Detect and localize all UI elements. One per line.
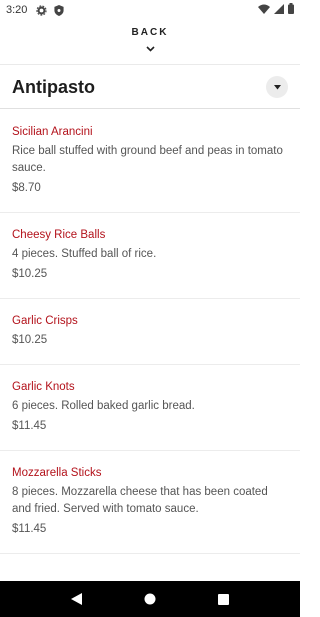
item-description: 4 pieces. Stuffed ball of rice. (12, 248, 157, 260)
wifi-icon (258, 4, 270, 17)
back-triangle-icon[interactable] (70, 592, 84, 606)
category-title: Antipasto (12, 76, 95, 97)
home-circle-icon[interactable] (143, 592, 157, 606)
battery-icon (288, 3, 294, 17)
item-price: $11.45 (12, 523, 47, 535)
back-label: BACK (131, 27, 169, 38)
item-description: Rice ball stuffed with ground beef and p… (12, 145, 283, 174)
menu-item[interactable]: Garlic Knots 6 pieces. Rolled baked garl… (0, 365, 300, 451)
shield-icon (53, 4, 65, 16)
item-price: $10.25 (12, 268, 48, 280)
menu-item[interactable]: Sicilian Arancini Rice ball stuffed with… (0, 110, 300, 213)
menu-item[interactable]: Garlic Crisps $10.25 (0, 299, 300, 365)
item-description: 8 pieces. Mozzarella cheese that has bee… (12, 486, 268, 515)
item-price: $11.45 (12, 420, 47, 432)
back-button[interactable]: BACK (0, 20, 300, 65)
menu-item[interactable]: Mozzarella Sticks 8 pieces. Mozzarella c… (0, 451, 300, 554)
menu-item[interactable]: Cheesy Rice Balls 4 pieces. Stuffed ball… (0, 213, 300, 299)
recents-square-icon[interactable] (216, 592, 230, 606)
navigation-bar (0, 581, 300, 617)
item-name: Garlic Crisps (12, 315, 78, 327)
category-header: Antipasto (0, 66, 300, 109)
item-price: $8.70 (12, 182, 41, 194)
item-name: Mozzarella Sticks (12, 467, 102, 479)
item-price: $10.25 (12, 334, 48, 346)
settings-icon (35, 4, 47, 16)
item-name: Cheesy Rice Balls (12, 229, 106, 241)
menu-list: Sicilian Arancini Rice ball stuffed with… (0, 110, 300, 554)
caret-down-icon[interactable] (266, 76, 288, 98)
item-description: 6 pieces. Rolled baked garlic bread. (12, 400, 195, 412)
item-name: Sicilian Arancini (12, 126, 93, 138)
status-time: 3:20 (6, 4, 28, 16)
status-bar: 3:20 (0, 0, 300, 20)
chevron-down-icon (145, 39, 155, 57)
item-name: Garlic Knots (12, 381, 75, 393)
signal-icon (274, 3, 284, 17)
